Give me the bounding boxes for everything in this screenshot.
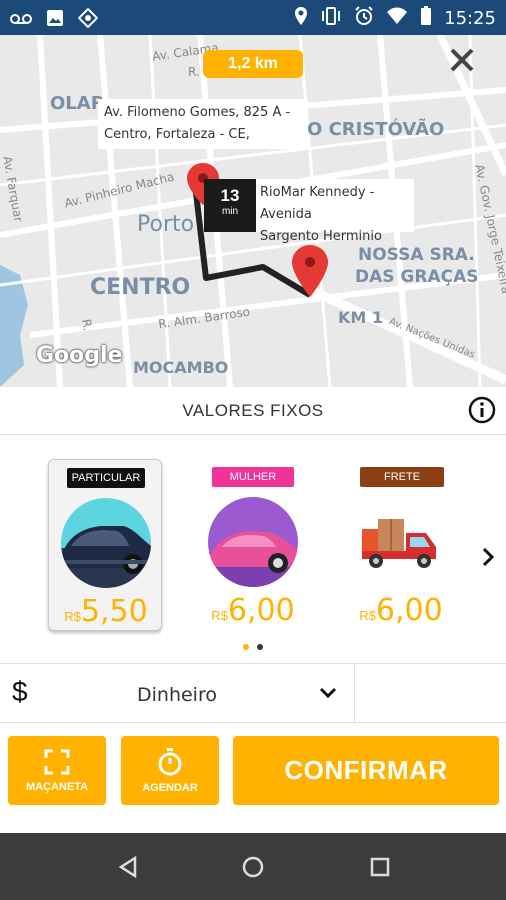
home-icon [242, 856, 264, 878]
car-pink-icon [208, 497, 298, 587]
option-tag-frete: FRETE [360, 467, 444, 487]
fixed-values-title: VALORES FIXOS [182, 401, 324, 420]
google-logo: Google [36, 343, 123, 368]
voicemail-icon [10, 12, 32, 30]
eta-unit: min [221, 206, 239, 217]
back-icon [118, 855, 137, 879]
destination-address-box: RioMar Kennedy - Avenida Sargento Hermin… [254, 179, 414, 244]
next-options-button[interactable] [478, 545, 498, 574]
image-icon [46, 9, 64, 32]
recents-button[interactable] [366, 853, 394, 881]
eta-value: 13 [220, 186, 240, 205]
location-pin-icon [294, 6, 308, 31]
origin-address-line2: Centro, Fortaleza - CE, [104, 127, 250, 142]
close-icon [450, 48, 474, 72]
scan-frame-icon [44, 749, 70, 774]
wifi-icon [386, 7, 408, 30]
option-price-particular: R$5,50 [64, 594, 148, 629]
eta-box: 13 min [204, 179, 256, 232]
option-mulher[interactable]: MULHER R$6,00 [196, 459, 310, 631]
pagination-dot [257, 644, 263, 650]
destination-address-line2: Sargento Herminio [260, 229, 382, 244]
payment-selector[interactable]: $ Dinheiro [0, 663, 506, 724]
map-label-centro: CENTRO [90, 275, 191, 300]
map-label-porto: Porto [137, 212, 195, 237]
status-bar: 15:25 [0, 0, 506, 35]
option-tag-mulher: MULHER [212, 467, 294, 487]
divider [354, 664, 355, 724]
option-frete[interactable]: FRETE R$6,00 [344, 459, 458, 631]
info-icon [468, 396, 496, 424]
origin-address-box: Av. Filomeno Gomes, 825 A - Centro, Fort… [98, 99, 308, 149]
chevron-right-icon [482, 547, 495, 567]
back-button[interactable] [114, 853, 142, 881]
chevron-down-icon [318, 686, 338, 705]
recents-icon [370, 857, 390, 877]
agendar-button[interactable]: AGENDAR [121, 736, 219, 805]
origin-address-line1: Av. Filomeno Gomes, 825 A - [104, 105, 291, 120]
stopwatch-icon [158, 747, 182, 775]
vibrate-icon [320, 6, 342, 31]
battery-icon [420, 6, 432, 31]
map-label-mocambo: MOCAMBO [133, 358, 229, 377]
macaneta-button[interactable]: MAÇANETA [8, 736, 106, 805]
map-label-sao-cristovao: O CRISTÓVÃO [307, 119, 445, 140]
alarm-icon [354, 6, 374, 31]
street-r-vertical: R. [79, 318, 96, 332]
option-tag-particular: PARTICULAR [67, 468, 145, 488]
map-label-km1: KM 1 [338, 308, 384, 327]
action-bar: MAÇANETA AGENDAR CONFIRMAR [0, 723, 506, 833]
destination-address-line1: RioMar Kennedy - Avenida [260, 185, 375, 222]
option-particular[interactable]: PARTICULAR R$5,50 [48, 459, 162, 631]
confirm-button[interactable]: CONFIRMAR [233, 736, 499, 805]
info-button[interactable] [468, 396, 496, 429]
location-target-icon [77, 7, 99, 33]
option-price-frete: R$6,00 [359, 593, 443, 628]
home-button[interactable] [239, 853, 267, 881]
map-label-olar: OLAR [50, 93, 105, 114]
map-label-nossa-sra-1: NOSSA SRA. [358, 245, 475, 265]
system-nav-bar [0, 833, 506, 900]
pagination-dots [243, 644, 263, 650]
confirm-label: CONFIRMAR [284, 755, 448, 785]
macaneta-label: MAÇANETA [25, 780, 89, 793]
street-r: R. [188, 65, 200, 79]
clock-time: 15:25 [444, 8, 496, 29]
fixed-values-header: VALORES FIXOS [0, 387, 506, 435]
distance-badge: 1,2 km [203, 50, 303, 78]
agendar-label: AGENDAR [142, 781, 198, 794]
map-label-nossa-sra-2: DAS GRAÇAS [355, 267, 479, 287]
route-map[interactable]: OLAR O CRISTÓVÃO Porto CENTRO NOSSA SRA.… [0, 35, 506, 387]
pagination-dot-active [243, 644, 249, 650]
option-price-mulher: R$6,00 [211, 593, 295, 628]
truck-icon [356, 497, 446, 587]
close-button[interactable] [446, 44, 478, 76]
payment-method: Dinheiro [137, 684, 217, 706]
car-icon [61, 498, 151, 588]
vehicle-options: PARTICULAR R$5,50 MULHER R$6,00 FRETE R$… [0, 435, 506, 663]
